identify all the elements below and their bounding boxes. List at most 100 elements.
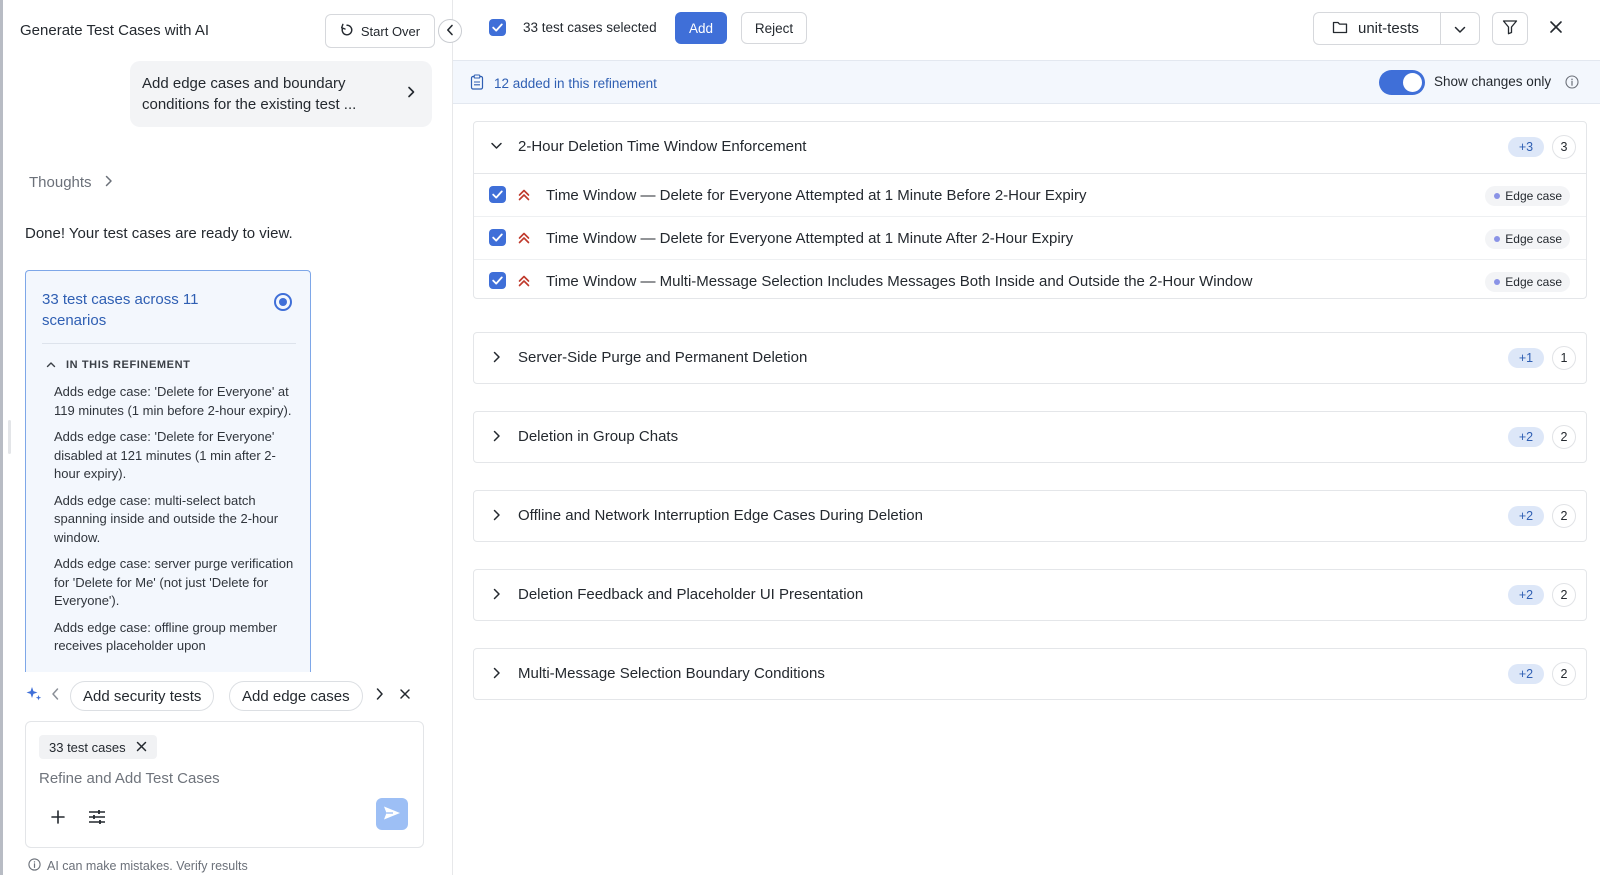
chevron-right-icon[interactable]	[375, 687, 384, 704]
scenario-title: Deletion Feedback and Placeholder UI Pre…	[518, 586, 864, 603]
close-icon[interactable]	[1546, 17, 1566, 40]
settings-sliders-icon[interactable]	[88, 809, 106, 828]
scenario-group-header[interactable]: Multi-Message Selection Boundary Conditi…	[474, 649, 1586, 699]
case-title: Time Window — Delete for Everyone Attemp…	[546, 230, 1074, 247]
refine-composer: 33 test cases	[25, 721, 424, 848]
total-count-badge: 2	[1552, 662, 1576, 686]
case-checkbox[interactable]	[489, 229, 506, 246]
list-item: Adds edge case: offline group member rec…	[54, 619, 278, 654]
ai-chat-panel: Generate Test Cases with AI Start Over A…	[3, 0, 453, 875]
added-count-badge: +3	[1508, 137, 1544, 157]
added-summary-text: 12 added in this refinement	[494, 76, 657, 91]
context-tag-label: 33 test cases	[49, 739, 126, 755]
reject-button[interactable]: Reject	[741, 12, 807, 44]
chevron-down-icon	[490, 139, 503, 156]
case-type-badge: Edge case	[1485, 229, 1570, 249]
case-checkbox[interactable]	[489, 186, 506, 203]
scenario-title: 2-Hour Deletion Time Window Enforcement	[518, 138, 807, 155]
send-button[interactable]	[376, 798, 408, 830]
disclaimer-text: AI can make mistakes. Verify results	[47, 859, 248, 873]
thoughts-label: Thoughts	[29, 174, 92, 191]
case-type-badge: Edge case	[1485, 186, 1570, 206]
plus-icon[interactable]	[50, 809, 66, 828]
chevron-down-icon	[1454, 21, 1466, 37]
scenario-group: Deletion Feedback and Placeholder UI Pre…	[473, 569, 1587, 621]
selected-count-label: 33 test cases selected	[523, 20, 657, 35]
list-item: Adds edge case: 'Delete for Everyone' di…	[54, 429, 276, 481]
added-summary: 12 added in this refinement	[470, 74, 657, 93]
info-icon	[28, 858, 41, 874]
refine-input[interactable]	[39, 770, 359, 787]
scenario-group-header[interactable]: 2-Hour Deletion Time Window Enforcement …	[474, 122, 1586, 172]
filter-icon	[1502, 19, 1518, 38]
list-item: Adds edge case: 'Delete for Everyone' at…	[54, 384, 292, 418]
chevron-left-icon	[446, 23, 454, 39]
folder-selector: unit-tests	[1313, 12, 1480, 45]
scenario-group-header[interactable]: Server-Side Purge and Permanent Deletion…	[474, 333, 1586, 383]
folder-dropdown[interactable]	[1441, 13, 1479, 44]
table-row[interactable]: Time Window — Multi-Message Selection In…	[474, 260, 1586, 303]
scenario-group-header[interactable]: Deletion in Group Chats +2 2	[474, 412, 1586, 462]
refinement-header-label: IN THIS REFINEMENT	[66, 359, 191, 371]
chevron-right-icon	[406, 83, 416, 104]
suggestion-chip-edge-cases[interactable]: Add edge cases	[229, 681, 363, 711]
close-icon[interactable]	[398, 687, 412, 704]
chevron-up-icon	[46, 359, 56, 371]
user-prompt-bubble[interactable]: Add edge cases and boundary conditions f…	[130, 61, 432, 127]
folder-icon	[1332, 20, 1348, 38]
chevron-right-icon	[104, 174, 113, 191]
scenario-group: 2-Hour Deletion Time Window Enforcement …	[473, 121, 1587, 299]
select-all-checkbox[interactable]	[489, 19, 506, 36]
start-over-button[interactable]: Start Over	[325, 14, 435, 48]
chevron-right-icon	[490, 666, 503, 683]
list-item: Adds edge case: server purge verificatio…	[54, 556, 294, 608]
case-checkbox[interactable]	[489, 272, 506, 289]
added-count-badge: +2	[1508, 664, 1544, 684]
remove-tag-icon[interactable]	[136, 740, 147, 755]
collapse-panel-button[interactable]	[438, 19, 462, 43]
filter-button[interactable]	[1492, 12, 1528, 45]
added-count-badge: +2	[1508, 506, 1544, 526]
list-item: Adds edge case: multi-select batch spann…	[54, 492, 279, 545]
info-icon[interactable]	[1565, 75, 1579, 92]
table-row[interactable]: Time Window — Delete for Everyone Attemp…	[474, 174, 1586, 217]
scenario-group: Deletion in Group Chats +2 2	[473, 411, 1587, 463]
chevron-right-icon	[490, 587, 503, 604]
total-count-badge: 2	[1552, 425, 1576, 449]
sparkle-icon	[25, 685, 43, 706]
case-title: Time Window — Delete for Everyone Attemp…	[546, 187, 1087, 204]
show-changes-toggle[interactable]	[1379, 70, 1425, 95]
case-title: Time Window — Multi-Message Selection In…	[546, 273, 1253, 290]
thoughts-toggle[interactable]: Thoughts	[29, 174, 113, 191]
scenario-group-header[interactable]: Deletion Feedback and Placeholder UI Pre…	[474, 570, 1586, 620]
case-type-badge: Edge case	[1485, 272, 1570, 292]
panel-title: Generate Test Cases with AI	[20, 22, 209, 39]
added-count-badge: +2	[1508, 427, 1544, 447]
table-row[interactable]: Time Window — Delete for Everyone Attemp…	[474, 217, 1586, 260]
send-icon	[383, 805, 401, 824]
chevron-right-icon	[490, 350, 503, 367]
context-tag: 33 test cases	[39, 735, 157, 759]
result-summary-card[interactable]: 33 test cases across 11 scenarios IN THI…	[25, 270, 311, 672]
suggestion-chips: Add security tests Add edge cases	[25, 681, 425, 711]
clipboard-icon	[470, 74, 484, 93]
user-prompt-text: Add edge cases and boundary conditions f…	[142, 75, 357, 113]
suggestion-chip-security[interactable]: Add security tests	[70, 681, 215, 711]
folder-button[interactable]: unit-tests	[1314, 13, 1441, 44]
priority-high-icon	[518, 231, 530, 248]
add-button[interactable]: Add	[675, 12, 727, 44]
chevron-left-icon[interactable]	[51, 687, 60, 704]
total-count-badge: 2	[1552, 504, 1576, 528]
added-count-badge: +2	[1508, 585, 1544, 605]
folder-name: unit-tests	[1358, 20, 1419, 37]
assistant-message: Done! Your test cases are ready to view.	[25, 225, 293, 242]
scenario-title: Offline and Network Interruption Edge Ca…	[518, 507, 923, 524]
total-count-badge: 1	[1552, 346, 1576, 370]
divider	[42, 343, 296, 344]
total-count-badge: 3	[1552, 135, 1576, 159]
chevron-right-icon	[490, 508, 503, 525]
selected-radio-icon[interactable]	[274, 293, 292, 311]
scenario-group-header[interactable]: Offline and Network Interruption Edge Ca…	[474, 491, 1586, 541]
refinement-section-toggle[interactable]: IN THIS REFINEMENT	[46, 359, 190, 371]
refresh-icon	[340, 23, 354, 40]
